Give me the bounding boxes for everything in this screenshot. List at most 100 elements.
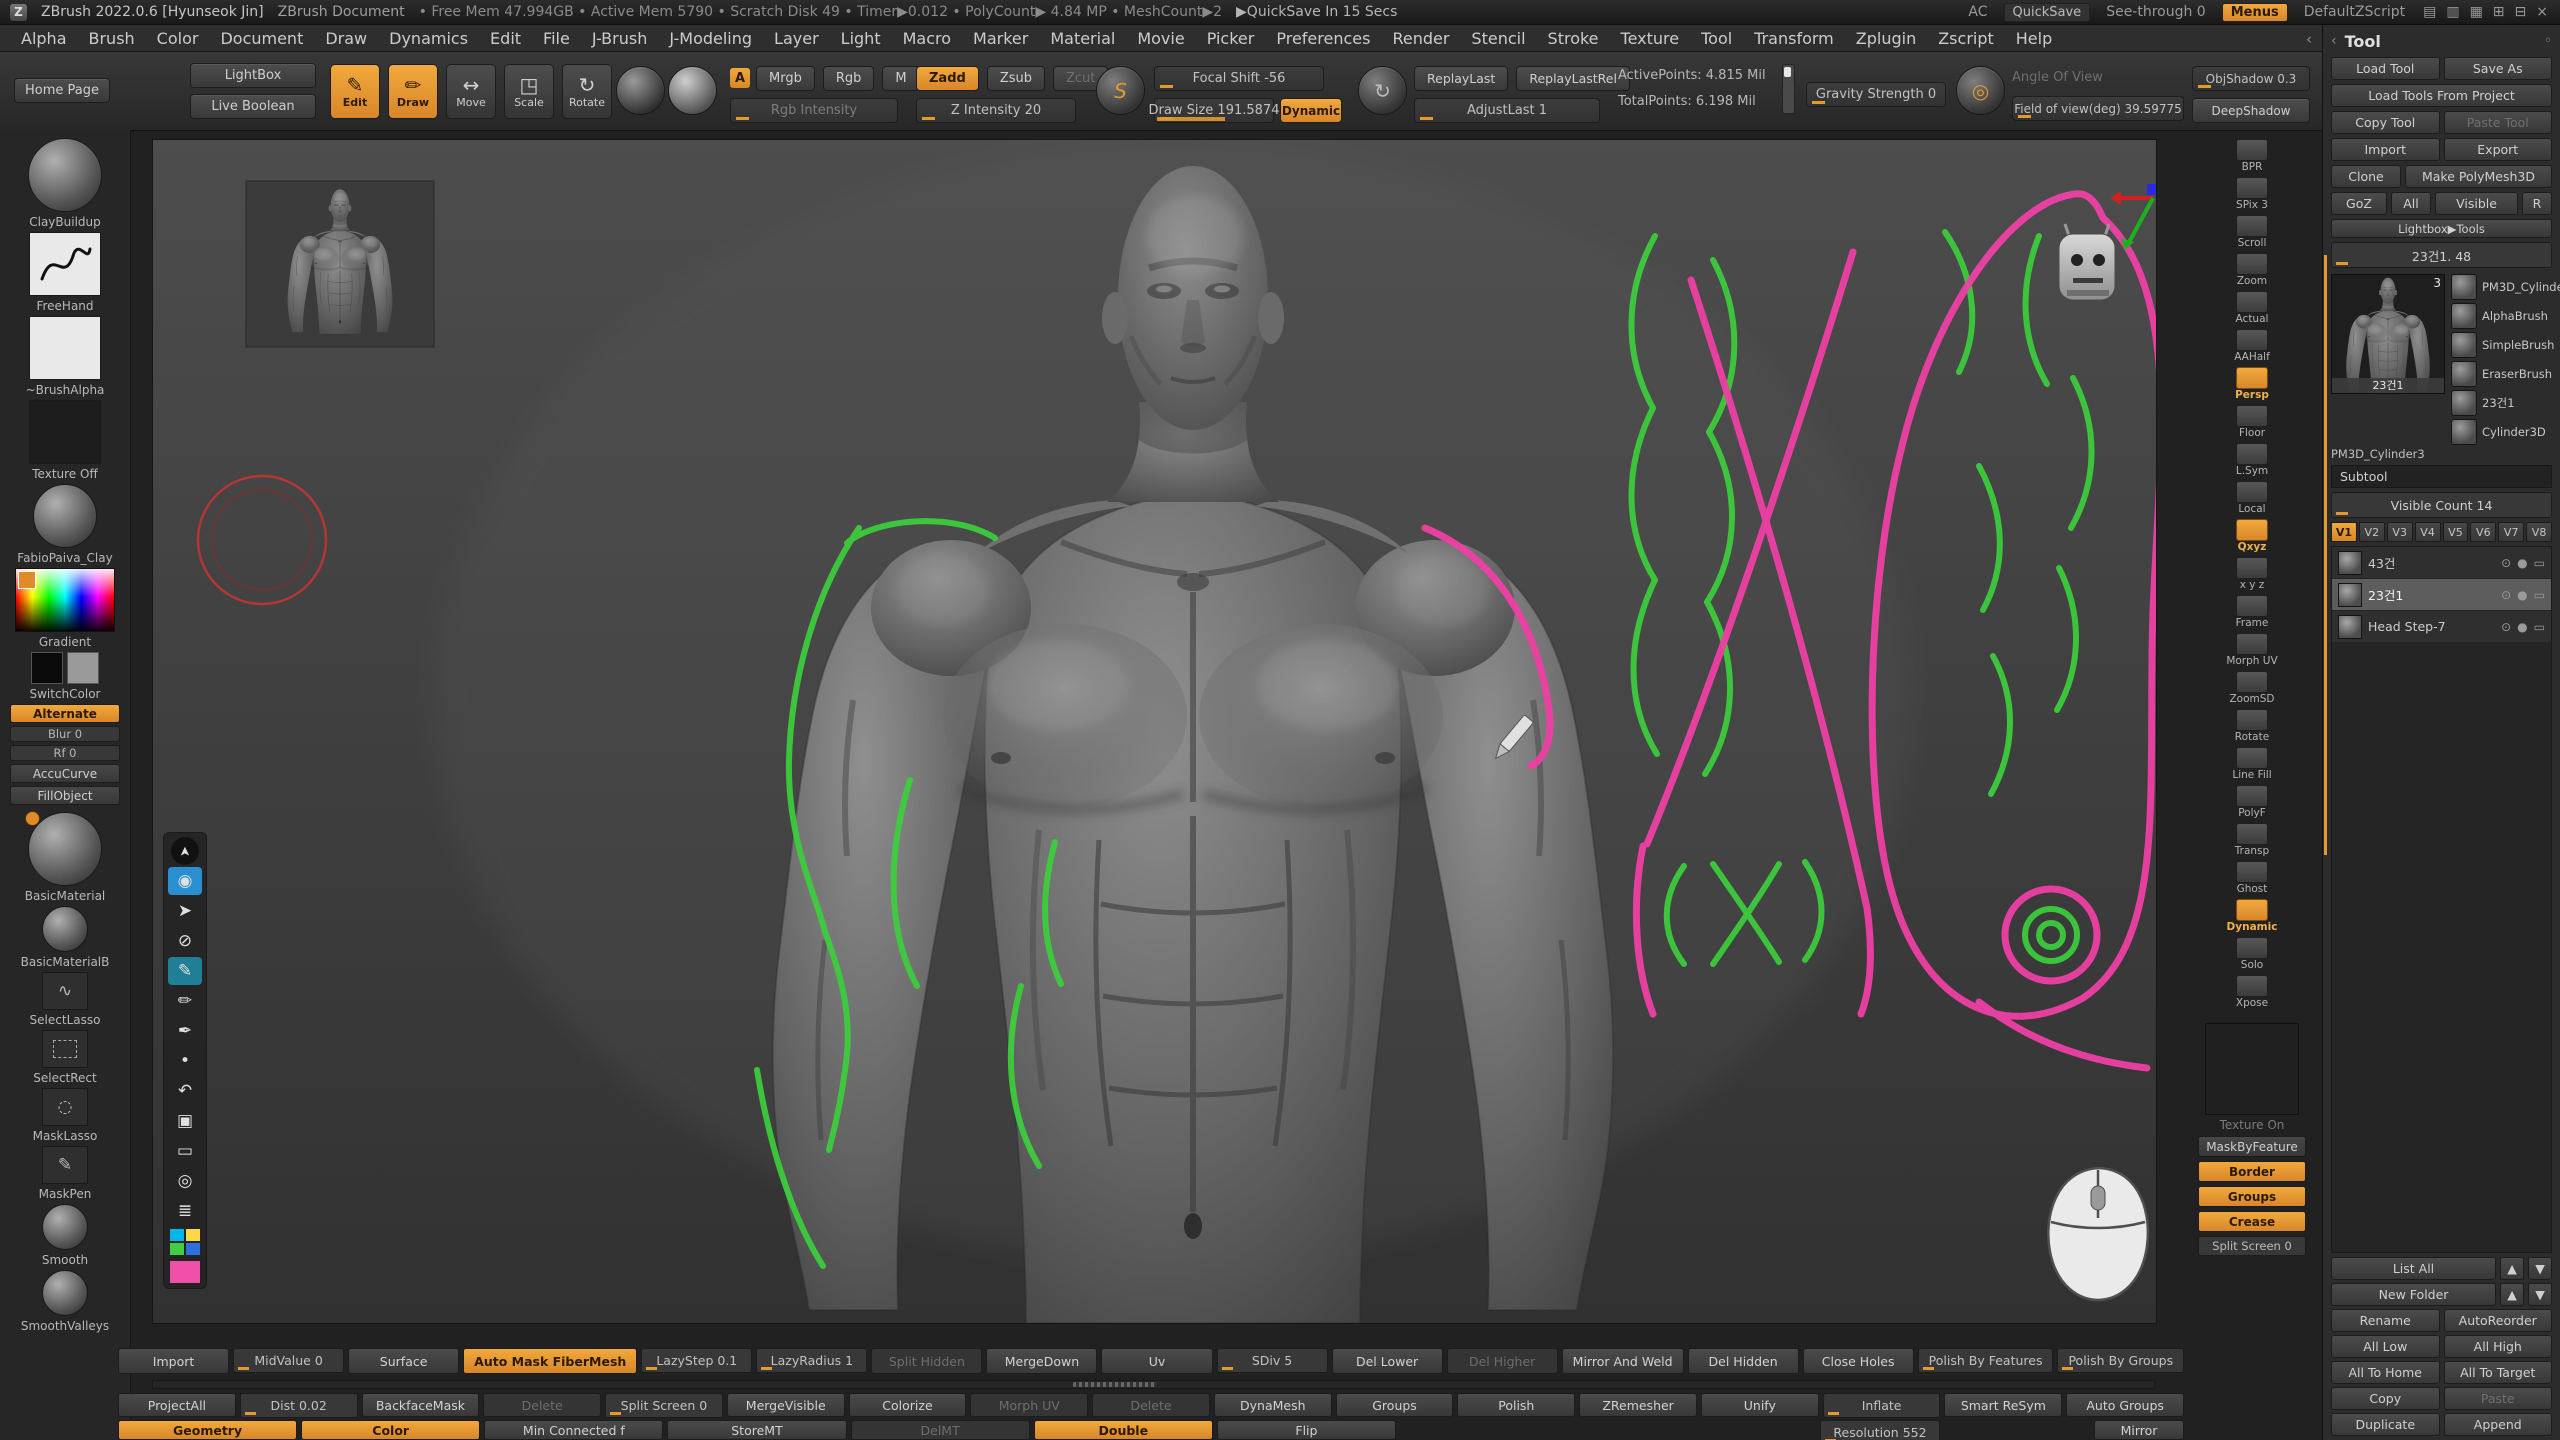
rf-slider[interactable]: Rf 0	[10, 745, 120, 761]
bottom-bar-button[interactable]: Groups	[1336, 1393, 1454, 1417]
palette-collapse-icon[interactable]: ‹	[2331, 33, 2337, 49]
main-color-swatch[interactable]	[31, 652, 63, 684]
menu-item[interactable]: Macro	[892, 29, 962, 48]
right-shelf-item[interactable]: PolyF	[2226, 785, 2278, 820]
menu-item[interactable]: J-Modeling	[658, 29, 763, 48]
load-tools-from-project-button[interactable]: Load Tools From Project	[2331, 84, 2552, 107]
menu-item[interactable]: File	[532, 29, 581, 48]
mrgb-button[interactable]: Mrgb	[756, 66, 815, 91]
paste-tool-button[interactable]: Paste Tool	[2444, 111, 2553, 134]
right-shelf-item[interactable]: Ghost	[2226, 861, 2278, 896]
camera-icon[interactable]: ◎	[168, 1167, 202, 1195]
move-up-icon[interactable]: ▲	[2500, 1257, 2524, 1280]
replay-lastrel-button[interactable]: ReplayLastRel	[1516, 66, 1630, 91]
material-thumbnail[interactable]	[33, 484, 97, 548]
menu-item[interactable]: Brush	[78, 29, 146, 48]
material-preview-icon[interactable]	[616, 66, 665, 115]
dynamic-button[interactable]: Dynamic	[1280, 98, 1342, 123]
bottom-bar-button[interactable]: Mirror And Weld	[1562, 1348, 1684, 1374]
paste-button[interactable]: Paste	[2444, 1387, 2553, 1410]
menu-item[interactable]: Preferences	[1265, 29, 1381, 48]
right-shelf-item[interactable]: x y z	[2226, 557, 2278, 592]
goz-visible-button[interactable]: Visible	[2435, 192, 2518, 215]
lightbox-tools-button[interactable]: Lightbox▶Tools	[2331, 219, 2552, 238]
rename-button[interactable]: Rename	[2331, 1309, 2440, 1332]
polypaint-icon[interactable]: ●	[2517, 556, 2527, 570]
focal-shift-slider[interactable]: Focal Shift -56	[1154, 66, 1324, 91]
right-shelf-item[interactable]: Morph UV	[2226, 633, 2278, 668]
bottom-bar-button[interactable]: MergeDown	[986, 1348, 1097, 1374]
bottom-bar-button[interactable]: Resolution 552	[1820, 1420, 1940, 1440]
right-shelf-item[interactable]: SPix 3	[2226, 177, 2278, 212]
eye-icon[interactable]: ◉	[168, 867, 202, 895]
bottom-bar-button[interactable]: DelMT	[851, 1420, 1030, 1440]
right-shelf-item[interactable]: Floor	[2226, 405, 2278, 440]
fov-slider[interactable]: Field of view(deg) 39.59775	[2012, 96, 2184, 121]
palette-blue-swatch[interactable]	[186, 1243, 200, 1255]
all-to-target-button[interactable]: All To Target	[2444, 1361, 2553, 1384]
select-lasso-icon[interactable]: ∿	[42, 972, 88, 1010]
panel-cols-icon[interactable]: ▥	[2444, 4, 2461, 20]
subtool-version-tab[interactable]: V2	[2359, 522, 2385, 542]
menu-item[interactable]: Dynamics	[378, 29, 479, 48]
dot-icon[interactable]: •	[168, 1047, 202, 1075]
bottom-bar-button[interactable]: Auto Mask FiberMesh	[463, 1348, 637, 1374]
export-button[interactable]: Export	[2444, 138, 2553, 161]
polypaint-icon[interactable]: ●	[2517, 588, 2527, 602]
deep-shadow-button[interactable]: DeepShadow	[2192, 98, 2310, 123]
goz-r-button[interactable]: R	[2522, 192, 2552, 215]
basic-material-thumbnail[interactable]	[28, 812, 102, 886]
right-shelf-item[interactable]: ZoomSD	[2226, 671, 2278, 706]
window-plus-icon[interactable]: ⊞	[2491, 4, 2507, 20]
see-through-slider[interactable]: See-through 0	[2106, 4, 2206, 20]
menu-item[interactable]: Document	[209, 29, 314, 48]
bottom-bar-button[interactable]: Polish	[1457, 1393, 1575, 1417]
menu-item[interactable]: Alpha	[10, 29, 78, 48]
bottom-bar-button[interactable]: Surface	[348, 1348, 459, 1374]
active-tool-thumbnail[interactable]: 3 23건1	[2331, 274, 2445, 394]
mask-by-feature-button[interactable]: MaskByFeature	[2198, 1136, 2306, 1157]
right-shelf-item[interactable]: AAHalf	[2226, 329, 2278, 364]
subtool-version-tab[interactable]: V5	[2443, 522, 2469, 542]
palette-circle-icon[interactable]: ◦	[2544, 33, 2552, 49]
bottom-bar-button[interactable]: ProjectAll	[118, 1393, 236, 1417]
menu-item[interactable]: Movie	[1126, 29, 1195, 48]
bottom-bar-button[interactable]: Delete	[483, 1393, 601, 1417]
color-picker[interactable]	[15, 568, 115, 632]
menu-item[interactable]: Help	[2005, 29, 2063, 48]
close-icon[interactable]: ×	[2534, 4, 2550, 20]
bottom-bar-button[interactable]: Double	[1034, 1420, 1213, 1440]
menu-item[interactable]: Texture	[1610, 29, 1691, 48]
smooth-valleys-thumbnail[interactable]	[42, 1270, 88, 1316]
bottom-bar-button[interactable]: Del Hidden	[1688, 1348, 1799, 1374]
make-polymesh3d-button[interactable]: Make PolyMesh3D	[2405, 165, 2552, 188]
fillobject-button[interactable]: FillObject	[10, 786, 120, 805]
bottom-bar-button[interactable]: Dist 0.02	[240, 1393, 358, 1418]
bottom-bar-button[interactable]: Flip	[1217, 1420, 1396, 1440]
bottom-bar-button[interactable]: Inflate	[1823, 1393, 1941, 1418]
crease-button[interactable]: Crease	[2198, 1211, 2306, 1232]
clone-button[interactable]: Clone	[2331, 165, 2401, 188]
bottom-bar-button[interactable]: Geometry	[118, 1420, 297, 1440]
right-shelf-item[interactable]: Scroll	[2226, 215, 2278, 250]
bottom-bar-button[interactable]: Auto Groups	[2066, 1393, 2184, 1417]
accucurve-button[interactable]: AccuCurve	[10, 764, 120, 783]
visible-count-slider[interactable]: Visible Count 14	[2331, 492, 2552, 518]
bottom-bar-button[interactable]: Color	[301, 1420, 480, 1440]
blur-slider[interactable]: Blur 0	[10, 726, 120, 742]
bottom-bar-button[interactable]: Split Hidden	[871, 1348, 982, 1374]
tray-collapse-icon[interactable]: ‹	[2306, 30, 2312, 48]
annotation-palette[interactable]	[170, 1229, 200, 1255]
tool-thumbnail[interactable]: PM3D_Cylinder3	[2451, 274, 2560, 300]
menu-item[interactable]: Stencil	[1460, 29, 1536, 48]
to-top-icon[interactable]: ▲	[2500, 1283, 2524, 1306]
brush-thumbnail[interactable]	[28, 138, 102, 212]
eye-icon[interactable]: ⊙	[2501, 620, 2511, 634]
bottom-bar-button[interactable]: Uv	[1101, 1348, 1212, 1374]
right-shelf-item[interactable]: Persp	[2226, 367, 2278, 402]
menu-item[interactable]: Tool	[1690, 29, 1743, 48]
alpha-chip[interactable]: A	[730, 68, 750, 88]
smooth-brush-thumbnail[interactable]	[42, 1204, 88, 1250]
bottom-bar-button[interactable]: Min Connected f	[484, 1420, 663, 1440]
eye-icon[interactable]: ⊙	[2501, 588, 2511, 602]
